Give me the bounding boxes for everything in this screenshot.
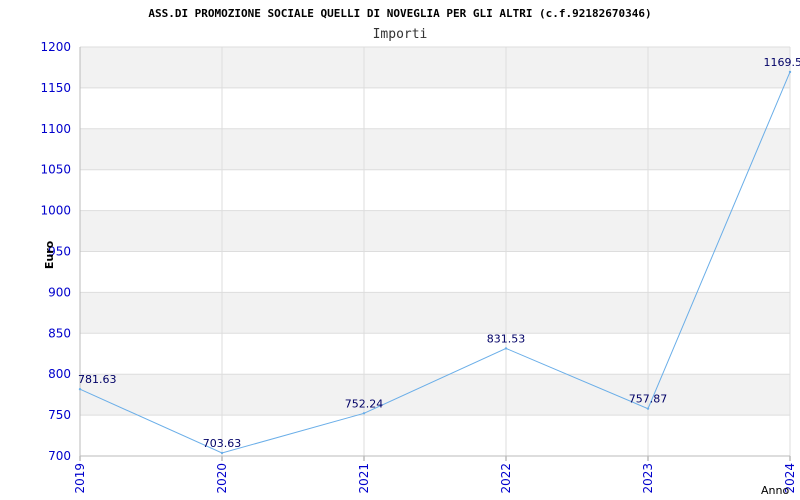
- data-label: 781.63: [78, 373, 117, 386]
- x-tick-label: 2021: [357, 463, 371, 494]
- plot-band: [80, 87, 790, 129]
- data-label: 703.63: [203, 437, 242, 450]
- plot-band: [80, 169, 790, 211]
- y-axis-label: Euro: [43, 240, 56, 269]
- y-tick-label: 700: [48, 449, 71, 463]
- chart-subtitle: Importi: [373, 27, 428, 42]
- data-point: [788, 70, 792, 74]
- x-tick-label: 2022: [499, 463, 513, 494]
- x-axis-ticks: 2019 2020 2021 2022 2023 2024: [73, 463, 797, 494]
- data-label: 1169.5: [764, 56, 800, 69]
- plot-band: [80, 415, 790, 456]
- x-tick-label: 2020: [215, 463, 229, 494]
- y-tick-label: 850: [48, 326, 71, 340]
- y-tick-label: 900: [48, 285, 71, 299]
- x-tick-label: 2019: [73, 463, 87, 494]
- y-tick-label: 1150: [40, 81, 71, 95]
- plot-band: [80, 47, 790, 88]
- y-tick-label: 1000: [40, 204, 71, 218]
- plot-band: [80, 210, 790, 252]
- y-tick-label: 800: [48, 367, 71, 381]
- y-tick-label: 1050: [40, 163, 71, 177]
- data-point: [646, 407, 650, 410]
- plot-band: [80, 292, 790, 334]
- data-point: [362, 412, 366, 415]
- data-label: 757.87: [629, 393, 668, 406]
- x-tick-label: 2023: [641, 463, 655, 494]
- data-label: 831.53: [487, 332, 526, 345]
- plot-band: [80, 333, 790, 375]
- plot-band: [80, 251, 790, 293]
- y-tick-label: 750: [48, 408, 71, 422]
- data-point: [504, 347, 508, 350]
- data-label: 752.24: [345, 397, 384, 410]
- plot-band: [80, 128, 790, 170]
- y-tick-label: 1200: [40, 40, 71, 54]
- x-axis-label: Anno: [761, 484, 789, 497]
- chart-title: ASS.DI PROMOZIONE SOCIALE QUELLI DI NOVE…: [148, 7, 651, 20]
- line-chart: ASS.DI PROMOZIONE SOCIALE QUELLI DI NOVE…: [40, 7, 800, 497]
- y-tick-label: 1100: [40, 122, 71, 136]
- data-point: [220, 451, 224, 455]
- data-point: [78, 388, 82, 391]
